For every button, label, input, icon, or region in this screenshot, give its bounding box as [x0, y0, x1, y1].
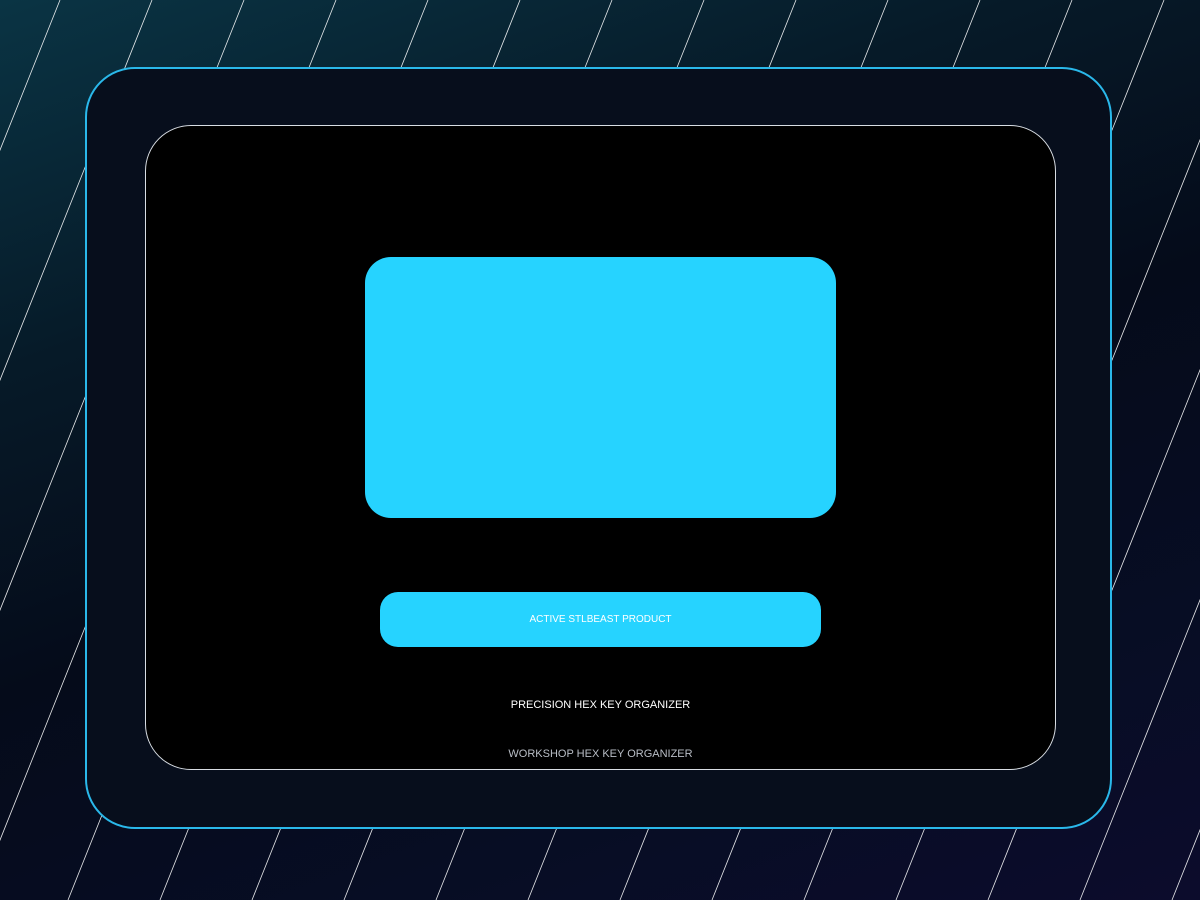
active-product-badge[interactable]: ACTIVE STLBEAST PRODUCT: [380, 592, 821, 647]
product-subtitle: WORKSHOP HEX KEY ORGANIZER: [508, 748, 693, 760]
product-title: PRECISION HEX KEY ORGANIZER: [510, 699, 691, 711]
badge-label: ACTIVE STLBEAST PRODUCT: [529, 614, 672, 625]
product-image-placeholder[interactable]: [365, 257, 836, 518]
